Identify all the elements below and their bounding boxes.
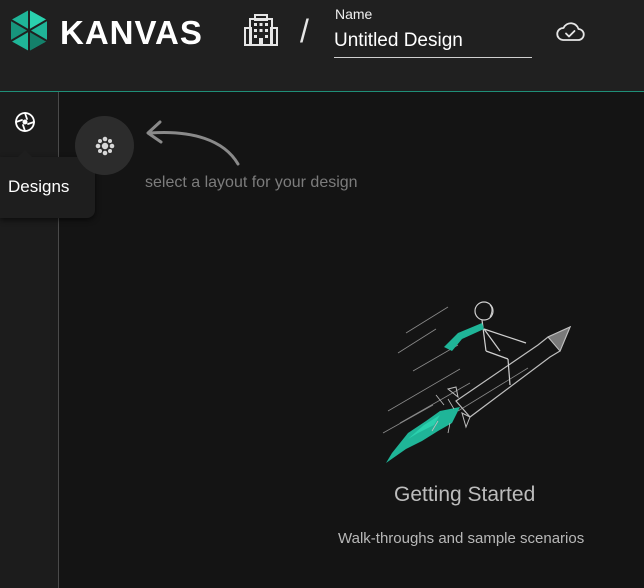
breadcrumb-separator: / [300, 13, 309, 49]
designs-icon[interactable] [13, 110, 37, 134]
select-layout-button[interactable] [75, 116, 134, 175]
layout-hint-text: select a layout for your design [145, 174, 358, 191]
layout-icon [95, 136, 115, 156]
rocket-rider-illustration [382, 301, 572, 463]
top-bar: KANVAS / Name [0, 0, 644, 92]
building-icon[interactable] [244, 14, 278, 46]
hint-arrow-icon [146, 120, 240, 166]
walkthroughs-subtitle: Walk-throughs and sample scenarios [338, 530, 585, 547]
designs-tooltip: Designs [0, 150, 95, 218]
design-name-input[interactable] [334, 25, 532, 58]
tooltip-arrow [18, 150, 32, 157]
name-label: Name [335, 6, 373, 22]
kanvas-logo-icon[interactable] [10, 9, 48, 52]
brand-name: KANVAS [60, 14, 203, 51]
cloud-check-icon[interactable] [555, 20, 585, 44]
tooltip-label: Designs [8, 177, 70, 196]
getting-started-title: Getting Started [394, 483, 536, 506]
